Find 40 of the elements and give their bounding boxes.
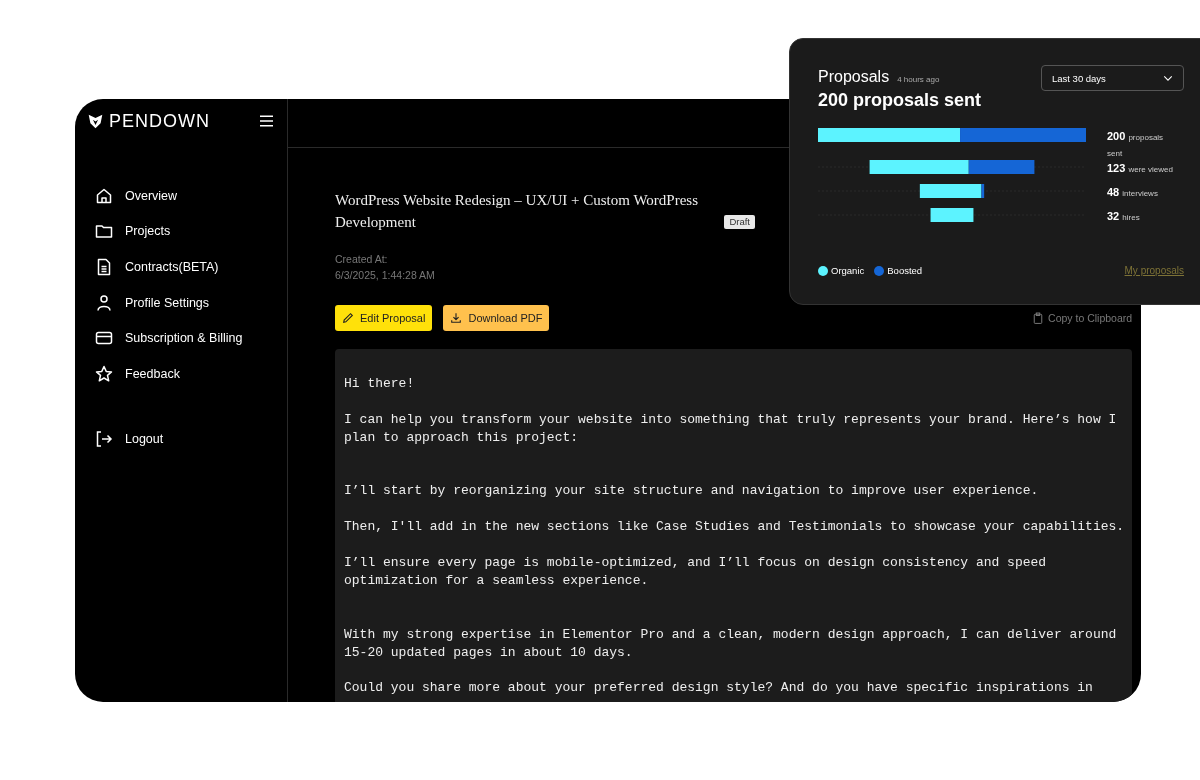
logo-text: PENDOWN <box>109 110 210 132</box>
copy-link[interactable]: Copy to Clipboard <box>1033 312 1133 324</box>
sidebar-item[interactable]: Contracts(BETA) <box>95 249 287 285</box>
edit-button[interactable]: Edit Proposal <box>335 305 433 331</box>
download-icon <box>450 312 463 324</box>
legend-label: Organic <box>831 265 865 276</box>
logout-icon <box>95 430 113 449</box>
sidebar-item[interactable]: Overview <box>95 178 287 214</box>
status-badge: Draft <box>724 215 755 229</box>
created-date: 6/3/2025, 1:44:28 AM <box>335 268 435 283</box>
person-icon <box>95 293 113 312</box>
proposal-title: WordPress Website Redesign – UX/UI + Custom WordPress Development <box>335 191 700 232</box>
stage-label: 32 hires <box>1107 209 1141 224</box>
folder-icon <box>95 222 113 241</box>
menu-icon[interactable] <box>260 115 273 127</box>
document-icon <box>95 258 113 276</box>
funnel-bar <box>930 208 974 222</box>
sidebar-item[interactable]: Subscription & Billing <box>95 320 287 356</box>
clipboard-icon <box>1033 312 1044 324</box>
sidebar-item[interactable]: Feedback <box>95 355 287 392</box>
logo-icon <box>87 112 104 130</box>
proposal-text: Hi there! I can help you transform your website into something that truly represents your brand. Here’s how I plan to approach this project: I’ll start by reorganizing your site structure and navigation to improve user experience. Then, I'll add in the new sections like Case Studies and Testimonials to showcase your capabilities. I’ll ensure every page is mobile-optimized, and I’ll focus on design consistency and speed optimization for a seamless experience. With my strong expertise in Elementor Pro and a clean, modern design approach, I can deliver around 15-20 updated pages in about 10 days. Could you share more about your preferred design style? And do you have specific inspirations in <box>344 375 1125 698</box>
stage-label: 48 interviews <box>1107 185 1159 200</box>
stage-label: 123 were viewed <box>1107 161 1174 176</box>
pencil-icon <box>342 312 354 324</box>
home-icon <box>95 186 113 205</box>
sidebar-item[interactable]: Projects <box>95 213 287 250</box>
range-dropdown[interactable]: Last 30 days <box>1041 65 1184 91</box>
created-label: Created At: <box>335 252 388 267</box>
headline: 200 proposals sent <box>818 90 982 111</box>
card-title: Proposals <box>818 68 890 86</box>
chevron-icon <box>1163 74 1173 82</box>
updated-time: 4 hours ago <box>897 75 940 84</box>
funnel-bar <box>919 184 985 198</box>
proposals-link[interactable]: My proposals <box>1124 265 1184 276</box>
logout-item[interactable]: Logout <box>95 421 287 458</box>
legend-label: Boosted <box>887 265 923 276</box>
star-icon <box>95 364 113 383</box>
download-button[interactable]: Download PDF <box>443 305 550 331</box>
sidebar-item[interactable]: Profile Settings <box>95 284 287 321</box>
